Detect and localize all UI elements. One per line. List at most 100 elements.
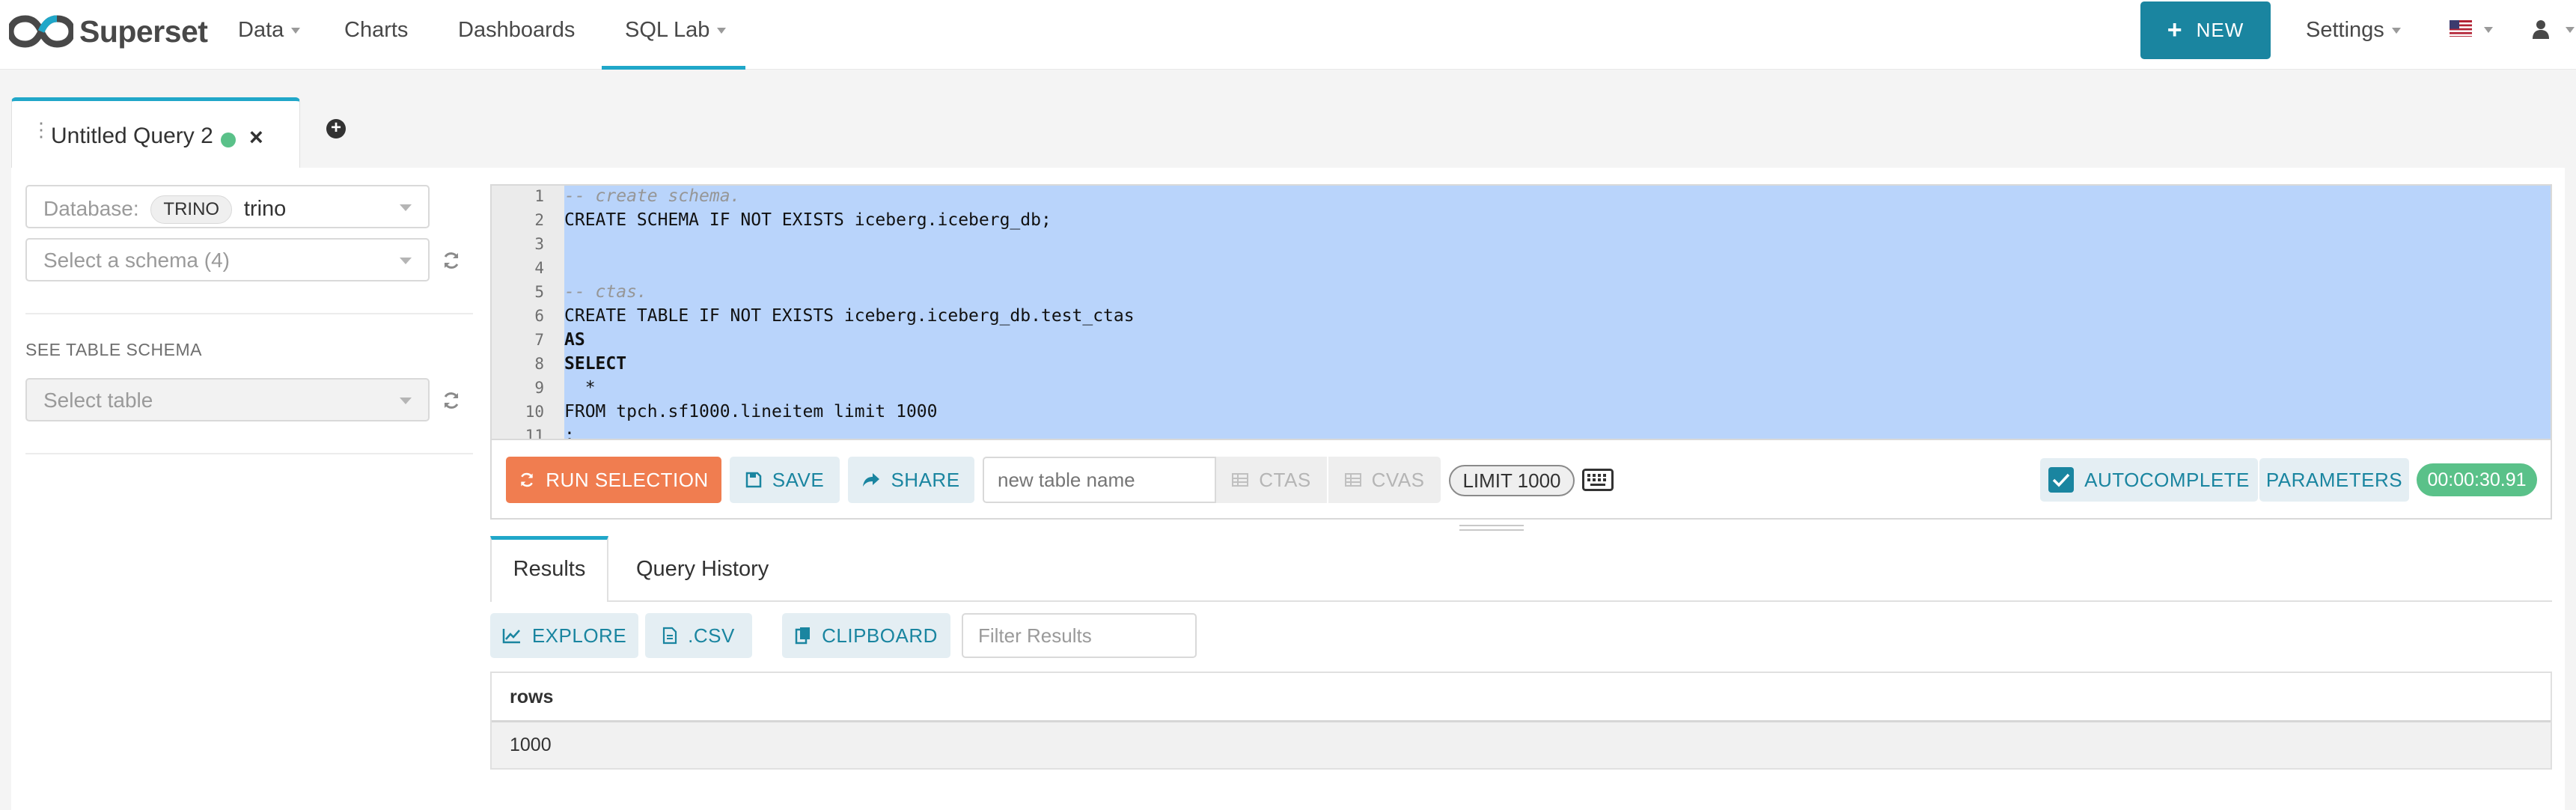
nav-menu-sql-lab-label: SQL Lab [625, 18, 710, 42]
line-number: 3 [534, 235, 544, 253]
code-line: ; [564, 426, 575, 440]
schema-placeholder: Select a schema (4) [43, 249, 230, 272]
chevron-down-icon [291, 28, 301, 34]
line-number: 10 [525, 403, 544, 421]
share-button[interactable]: SHARE [848, 457, 974, 503]
save-icon [745, 472, 762, 488]
line-number: 9 [534, 379, 544, 397]
chevron-down-icon [2566, 27, 2575, 33]
refresh-icon [521, 472, 534, 487]
table-placeholder: Select table [43, 389, 153, 412]
line-number: 8 [534, 355, 544, 373]
run-selection-label: RUN SELECTION [546, 468, 709, 491]
nav-menu-data[interactable]: Data [238, 0, 301, 69]
download-csv-button[interactable]: .CSV [645, 613, 752, 658]
chevron-down-icon [400, 398, 412, 404]
query-tab-title: Untitled Query 2 [51, 124, 213, 148]
nav-menu-data-label: Data [238, 18, 284, 42]
filter-results-input[interactable]: Filter Results [962, 613, 1197, 658]
save-button[interactable]: SAVE [730, 457, 840, 503]
refresh-schemas-icon[interactable] [442, 251, 461, 270]
keyboard-shortcuts-icon[interactable] [1582, 469, 1614, 491]
line-number: 2 [534, 211, 544, 229]
results-tabs-border [490, 600, 2552, 602]
sidebar-divider [25, 453, 473, 454]
limit-dropdown[interactable]: LIMIT 1000 [1449, 465, 1575, 496]
table-select[interactable]: Select table [25, 378, 430, 421]
explore-button[interactable]: EXPLORE [490, 613, 638, 658]
plus-icon: + [2167, 16, 2183, 44]
us-flag-icon[interactable] [2450, 20, 2472, 37]
ctas-button[interactable]: CTAS [1216, 457, 1327, 503]
line-number: 1 [534, 187, 544, 205]
refresh-tables-icon[interactable] [442, 391, 461, 410]
resize-handle[interactable] [1459, 525, 1524, 531]
database-select[interactable]: Database: TRINO trino [25, 185, 430, 228]
run-selection-button[interactable]: RUN SELECTION [506, 457, 721, 503]
sql-editor[interactable]: 1 2 3 4 5 6 7 8 9 10 11 -- create schema… [490, 184, 2552, 440]
query-tab[interactable]: ⋮ Untitled Query 2 × [11, 97, 300, 169]
code-line: CREATE SCHEMA IF NOT EXISTS iceberg.iceb… [564, 210, 1052, 230]
code-line: CREATE TABLE IF NOT EXISTS iceberg.icebe… [564, 306, 1135, 326]
code-line: SELECT [564, 354, 627, 374]
column-header[interactable]: rows [510, 686, 553, 708]
see-table-schema-heading: SEE TABLE SCHEMA [25, 340, 202, 359]
checkbox-checked-icon [2048, 467, 2075, 493]
database-type-tag: TRINO [150, 195, 233, 224]
query-status-indicator [221, 133, 236, 147]
cvas-label: CVAS [1371, 468, 1425, 491]
app-name: Superset [79, 13, 208, 49]
line-number: 6 [534, 307, 544, 325]
autocomplete-label: AUTOCOMPLETE [2084, 468, 2250, 491]
add-tab-icon[interactable]: + [326, 119, 346, 138]
tab-results[interactable]: Results [490, 536, 608, 602]
code-line: AS [564, 330, 585, 350]
table-cell: 1000 [510, 734, 552, 755]
nav-menu-sql-lab[interactable]: SQL Lab [625, 0, 727, 69]
drag-handle-icon[interactable]: ⋮ [31, 120, 51, 139]
code-line: -- ctas. [564, 282, 647, 302]
line-number: 4 [534, 259, 544, 277]
line-number: 7 [534, 331, 544, 349]
settings-menu[interactable]: Settings [2306, 0, 2401, 60]
chevron-down-icon [2484, 27, 2493, 33]
parameters-button[interactable]: PARAMETERS [2259, 458, 2409, 502]
table-icon [1344, 473, 1361, 487]
code-line: FROM tpch.sf1000.lineitem limit 1000 [564, 402, 938, 421]
table-header-row: rows [492, 673, 2551, 722]
table-row: 1000 [492, 722, 2551, 768]
close-icon[interactable]: × [249, 124, 263, 151]
ctas-label: CTAS [1259, 468, 1311, 491]
table-icon [1232, 473, 1249, 487]
line-number: 11 [525, 427, 544, 440]
new-button-label: NEW [2196, 19, 2244, 41]
line-number: 5 [534, 283, 544, 301]
schema-select[interactable]: Select a schema (4) [25, 238, 430, 281]
tab-query-history[interactable]: Query History [636, 536, 769, 602]
new-button[interactable]: + NEW [2140, 1, 2271, 59]
results-table: rows 1000 [490, 672, 2552, 770]
superset-logo[interactable]: Superset [9, 10, 208, 52]
new-table-name-input[interactable] [983, 457, 1216, 503]
explore-label: EXPLORE [531, 624, 627, 647]
nav-link-dashboards[interactable]: Dashboards [458, 0, 575, 69]
user-icon[interactable] [2533, 19, 2549, 39]
nav-link-charts[interactable]: Charts [344, 0, 408, 69]
database-label: Database: [43, 197, 139, 220]
superset-logo-icon [9, 15, 73, 48]
line-chart-icon [502, 629, 520, 644]
chevron-down-icon [400, 258, 412, 264]
csv-label: .CSV [688, 624, 735, 647]
copy-to-clipboard-button[interactable]: CLIPBOARD [782, 613, 950, 658]
share-label: SHARE [891, 468, 960, 491]
clipboard-label: CLIPBOARD [822, 624, 938, 647]
cvas-button[interactable]: CVAS [1328, 457, 1441, 503]
chevron-down-icon [400, 204, 412, 211]
line-number-gutter: 1 2 3 4 5 6 7 8 9 10 11 [492, 186, 564, 440]
query-timer: 00:00:30.91 [2417, 463, 2537, 496]
code-area[interactable]: -- create schema. CREATE SCHEMA IF NOT E… [564, 186, 2551, 440]
code-line: -- create schema. [564, 186, 741, 206]
autocomplete-toggle[interactable]: AUTOCOMPLETE [2040, 458, 2258, 502]
chevron-down-icon [2391, 28, 2401, 34]
clipboard-icon [795, 627, 811, 645]
